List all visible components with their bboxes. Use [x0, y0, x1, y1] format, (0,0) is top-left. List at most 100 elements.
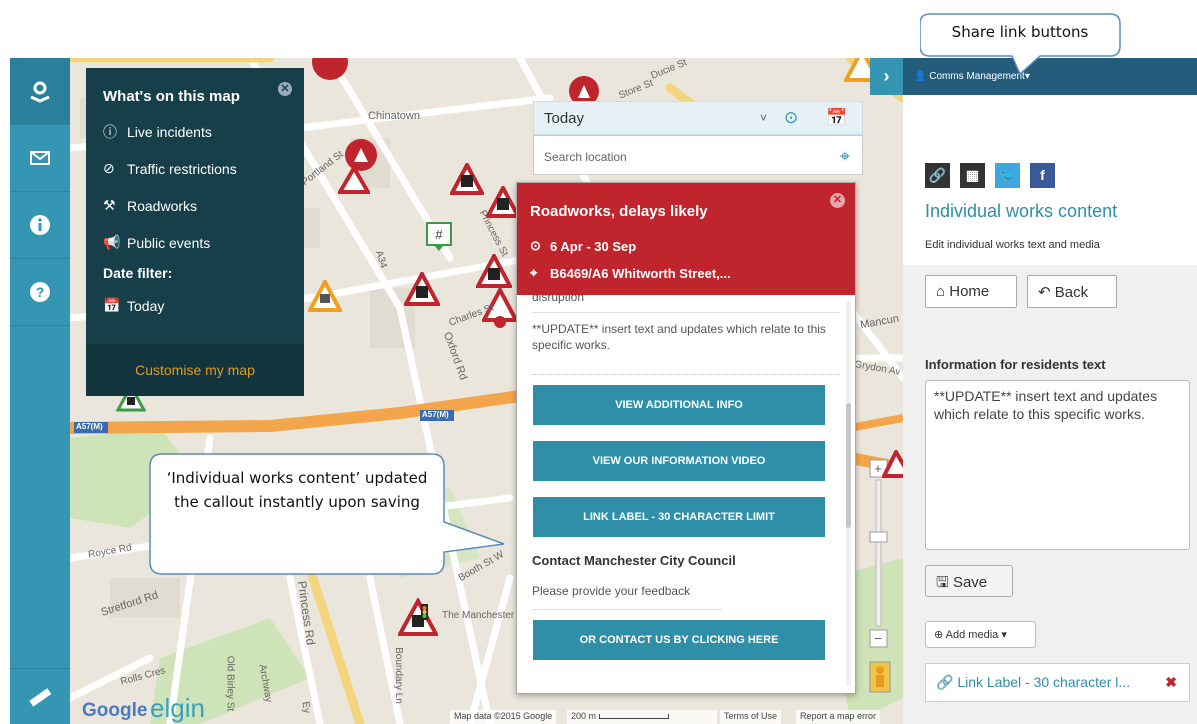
elgin-logo: elgin: [150, 693, 205, 723]
home-icon: ⌂: [936, 283, 946, 300]
roadworker-icon: ⚒: [103, 197, 116, 213]
feedback-text: Please provide your feedback: [532, 584, 691, 598]
legend-item-label: Traffic restrictions: [127, 160, 237, 177]
nav-map-button[interactable]: [10, 58, 70, 125]
roadworks-sign-icon[interactable]: [450, 163, 484, 197]
callout-update-text: **UPDATE** insert text and updates which…: [532, 313, 840, 375]
roadworks-sign-icon[interactable]: [882, 450, 903, 478]
nav-mail-button[interactable]: [10, 125, 70, 192]
link-label-button[interactable]: LINK LABEL - 30 CHARACTER LIMIT: [533, 497, 825, 537]
svg-text:#: #: [435, 227, 443, 242]
twitter-icon: 🐦: [998, 167, 1017, 183]
envelope-icon: [30, 151, 50, 165]
legend-item-live-incidents[interactable]: ⓘ Live incidents: [86, 113, 304, 150]
callout-header: Roadworks, delays likely ✕ ⊙ 6 Apr - 30 S…: [517, 183, 855, 295]
chevron-right-icon: ›: [883, 66, 890, 86]
road-badge: A57(M): [76, 422, 103, 431]
restriction-marker-icon[interactable]: #: [426, 222, 452, 252]
roadworks-marker-icon[interactable]: [310, 58, 350, 80]
add-media-button[interactable]: ⊕ Add media ▾: [925, 621, 1036, 648]
search-placeholder: Search location: [544, 150, 627, 164]
close-icon: ✕: [280, 83, 290, 95]
legend-item-public-events[interactable]: 📢 Public events: [86, 224, 304, 261]
map-scale-label: 200 m: [571, 711, 597, 721]
map-attribution: Map data ©2015 Google: [450, 710, 557, 724]
map-label: Ey: [299, 700, 313, 715]
map-label: Chinatown: [368, 110, 420, 122]
callout-dates-text: 6 Apr - 30 Sep: [550, 238, 637, 254]
date-filter-value[interactable]: 📅 Today: [86, 287, 304, 324]
callout-close-button[interactable]: ✕: [830, 193, 845, 208]
locate-target-icon[interactable]: ⌖: [840, 146, 850, 167]
plus-circle-icon: ⊕: [934, 629, 944, 641]
report-error-link[interactable]: Report a map error: [796, 710, 881, 724]
svg-text:−: −: [874, 631, 882, 646]
nav-info-button[interactable]: [10, 192, 70, 259]
terms-link[interactable]: Terms of Use: [720, 710, 782, 724]
back-label: Back: [1054, 284, 1089, 301]
svg-text:?: ?: [36, 284, 45, 300]
customise-map-link[interactable]: Customise my map: [86, 344, 304, 396]
callout-body: disruption **UPDATE** insert text and up…: [517, 295, 855, 660]
clock-icon[interactable]: ⊙: [784, 108, 798, 128]
legend-item-label: Roadworks: [127, 197, 198, 214]
facebook-share-button[interactable]: f: [1030, 163, 1055, 188]
view-additional-info-button[interactable]: VIEW ADDITIONAL INFO: [533, 385, 825, 425]
legend-item-roadworks[interactable]: ⚒ Roadworks: [86, 187, 304, 224]
date-select[interactable]: Today ˅ ⊙ 📅: [533, 101, 863, 135]
home-button[interactable]: ⌂ Home: [925, 275, 1017, 308]
share-annotation: Share link buttons: [951, 23, 1089, 41]
hazard-sign-icon[interactable]: [308, 280, 342, 314]
link-icon: 🔗: [936, 674, 954, 690]
media-link-item[interactable]: 🔗 Link Label - 30 character l... ✖: [925, 663, 1190, 702]
roadworks-sign-icon[interactable]: [404, 272, 440, 308]
measure-button[interactable]: [10, 668, 70, 724]
view-information-video-button[interactable]: VIEW OUR INFORMATION VIDEO: [533, 441, 825, 481]
search-location-input[interactable]: Search location ⌖: [533, 135, 863, 175]
add-media-label: Add media: [945, 629, 999, 641]
remove-icon[interactable]: ✖: [1165, 674, 1177, 691]
callout-location: ⌖ B6469/A6 Whitworth Street,...: [530, 265, 843, 281]
roadworks-sign-icon[interactable]: [398, 598, 438, 638]
sidebar-subtitle: Edit individual works text and media: [925, 239, 1100, 251]
nav-help-button[interactable]: ?: [10, 259, 70, 326]
link-icon: 🔗: [928, 167, 947, 183]
callout-annotation: ‘Individual works content’ updated the c…: [166, 469, 428, 511]
screen: ? + − # Chinatown Portland St Princess S…: [0, 0, 1197, 724]
map-label: Boundary Ln: [392, 647, 404, 704]
legend-item-traffic-restrictions[interactable]: ⊘ Traffic restrictions: [86, 150, 304, 187]
sidebar-title: Individual works content: [925, 201, 1118, 221]
qr-code-icon: ▦: [965, 167, 980, 183]
collapse-panel-button[interactable]: ›: [870, 58, 903, 95]
caret-down-icon: ▾: [1001, 629, 1007, 641]
map-pin-icon: [30, 81, 50, 103]
legend-item-label: Public events: [127, 234, 211, 251]
map-label: The Manchester M: [442, 610, 526, 621]
media-link-label: Link Label - 30 character l...: [957, 674, 1131, 690]
callout-scroll-thumb[interactable]: [846, 403, 851, 528]
info-textarea[interactable]: **UPDATE** insert text and updates which…: [925, 380, 1190, 550]
roadworks-sign-icon[interactable]: [476, 254, 512, 290]
map-scale: 200 m: [567, 710, 717, 724]
contact-us-button[interactable]: OR CONTACT US BY CLICKING HERE: [533, 620, 825, 660]
google-logo: Google: [82, 700, 148, 721]
qr-code-button[interactable]: ▦: [960, 163, 985, 188]
back-button[interactable]: ↶ Back: [1027, 275, 1117, 308]
roadworks-sign-icon[interactable]: [338, 166, 370, 194]
twitter-share-button[interactable]: 🐦: [995, 163, 1020, 188]
facebook-icon: f: [1040, 167, 1045, 183]
date-filter-label: Date filter:: [103, 265, 173, 281]
target-icon: ⌖: [530, 265, 538, 280]
scale-bar: [598, 714, 669, 720]
map-label: Old Birley St: [224, 655, 236, 712]
calendar-icon[interactable]: 📅: [826, 108, 847, 128]
save-button[interactable]: 🖫 Save: [925, 565, 1013, 597]
copy-link-button[interactable]: 🔗: [925, 163, 950, 188]
question-icon: ?: [30, 282, 50, 302]
back-arrow-icon: ↶: [1038, 284, 1051, 301]
save-label: Save: [952, 574, 988, 591]
no-entry-icon: ⊘: [103, 160, 115, 176]
legend-close-button[interactable]: ✕: [278, 82, 292, 96]
roadworks-sign-icon[interactable]: [486, 186, 520, 220]
ruler-icon: [29, 687, 52, 707]
